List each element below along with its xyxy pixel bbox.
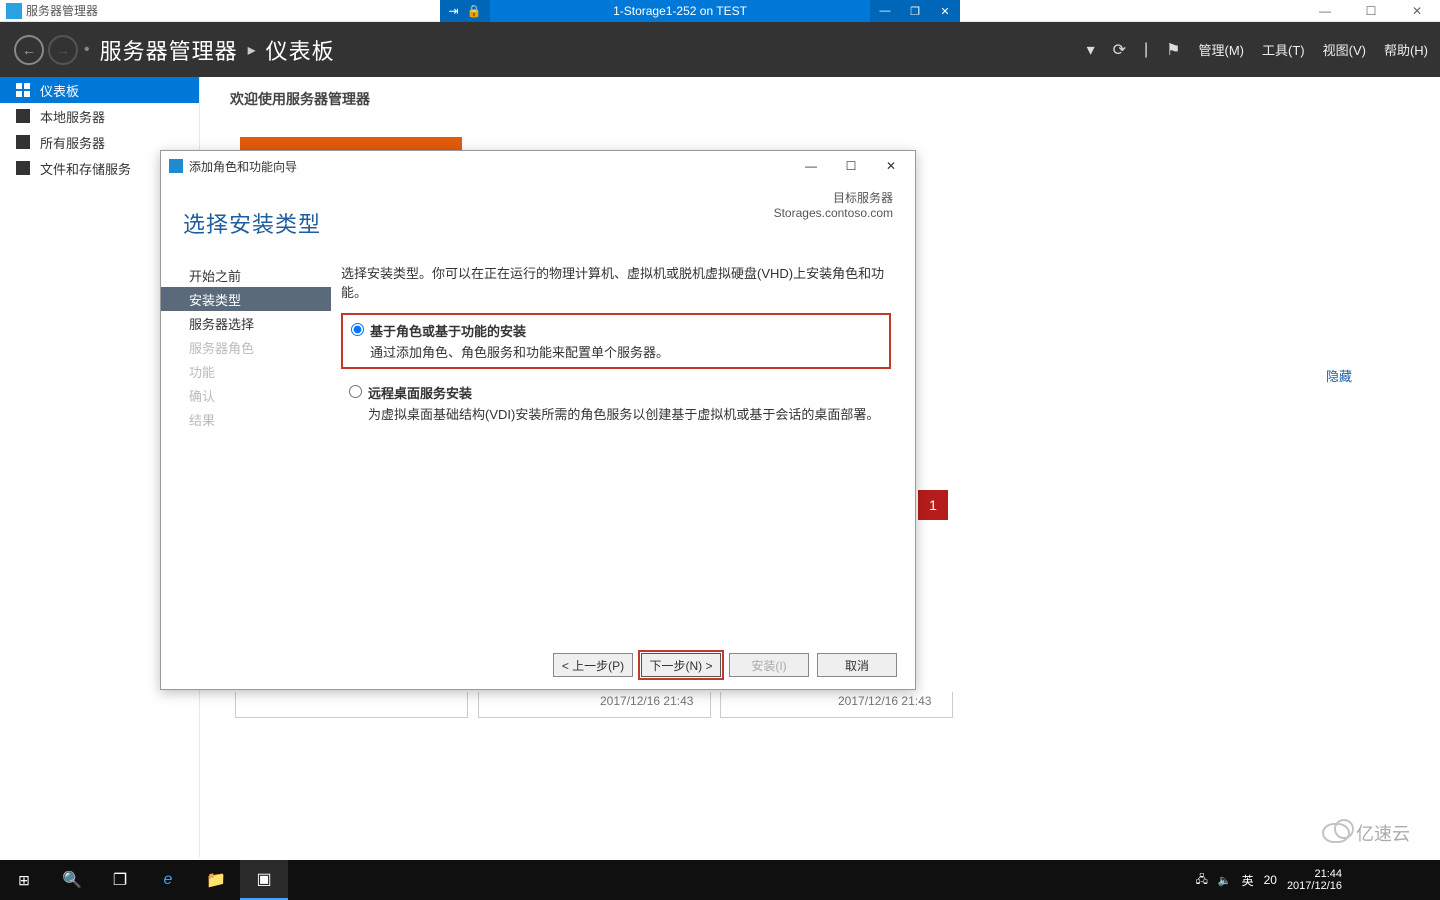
local-server-icon xyxy=(16,109,30,123)
tray-ime2[interactable]: 20 xyxy=(1264,873,1277,887)
refresh-icon[interactable]: ⟳ xyxy=(1113,40,1126,60)
notifications-flag-icon[interactable]: ⚑ xyxy=(1166,40,1180,60)
welcome-heading: 欢迎使用服务器管理器 xyxy=(210,77,1440,121)
server-manager-icon xyxy=(6,3,22,19)
server-manager-header: ← → • 服务器管理器 ▸ 仪表板 ▾ ⟳ | ⚑ 管理(M) 工具(T) 视… xyxy=(0,22,1440,77)
rdp-close-button[interactable]: ✕ xyxy=(930,0,960,22)
host-app-title: 服务器管理器 xyxy=(26,2,98,19)
rdp-lock-icon[interactable]: 🔒 xyxy=(467,4,482,18)
rdp-pin-icon[interactable]: ⇥ xyxy=(448,4,458,18)
sidebar-item-dashboard[interactable]: 仪表板 xyxy=(0,77,199,103)
option-role-based-radio[interactable] xyxy=(351,323,364,336)
breadcrumb-bullet: • xyxy=(84,41,90,59)
wizard-close-button[interactable]: ✕ xyxy=(871,153,911,179)
menu-view[interactable]: 视图(V) xyxy=(1323,40,1366,59)
host-minimize-button[interactable]: — xyxy=(1302,0,1348,22)
rdp-connection-bar: ⇥ 🔒 1-Storage1-252 on TEST — ❐ ✕ xyxy=(440,0,960,22)
add-roles-wizard-dialog: 添加角色和功能向导 — ☐ ✕ 选择安装类型 目标服务器 Storages.co… xyxy=(160,150,916,690)
prev-button[interactable]: < 上一步(P) xyxy=(553,653,633,677)
rdp-session-title: 1-Storage1-252 on TEST xyxy=(490,4,870,18)
menu-manage[interactable]: 管理(M) xyxy=(1199,40,1245,59)
tray-network-icon[interactable]: 🖧 xyxy=(1196,871,1208,890)
search-button[interactable]: 🔍 xyxy=(48,860,96,900)
tile-timestamp: 2017/12/16 21:43 xyxy=(600,694,693,708)
tray-clock[interactable]: 21:44 2017/12/16 xyxy=(1287,868,1348,892)
menu-help[interactable]: 帮助(H) xyxy=(1384,40,1428,59)
file-explorer-icon[interactable]: 📁 xyxy=(192,860,240,900)
wizard-heading: 选择安装类型 xyxy=(183,189,321,239)
taskbar: ⊞ 🔍 ❐ e 📁 ▣ 🖧 🔈 英 20 21:44 2017/12/16 xyxy=(0,860,1440,900)
tile-edge xyxy=(235,692,468,718)
wizard-nav-before-begin[interactable]: 开始之前 xyxy=(161,263,331,287)
sidebar-item-label: 仪表板 xyxy=(40,81,79,100)
server-manager-taskbar-icon[interactable]: ▣ xyxy=(240,860,288,900)
option-role-based-desc: 通过添加角色、角色服务和功能来配置单个服务器。 xyxy=(370,342,881,361)
target-label: 目标服务器 xyxy=(774,189,893,206)
wizard-nav-results: 结果 xyxy=(161,407,331,431)
all-servers-icon xyxy=(16,135,30,149)
wizard-nav-install-type[interactable]: 安装类型 xyxy=(161,287,331,311)
sidebar-item-label: 所有服务器 xyxy=(40,133,105,152)
option-role-based[interactable]: 基于角色或基于功能的安装 通过添加角色、角色服务和功能来配置单个服务器。 xyxy=(341,313,891,369)
breadcrumb-page[interactable]: 仪表板 xyxy=(266,34,335,66)
sidebar-item-local-server[interactable]: 本地服务器 xyxy=(0,103,199,129)
wizard-window-title: 添加角色和功能向导 xyxy=(189,158,297,175)
option-rds-radio[interactable] xyxy=(349,385,362,398)
rdp-minimize-button[interactable]: — xyxy=(870,0,900,22)
wizard-minimize-button[interactable]: — xyxy=(791,153,831,179)
taskview-button[interactable]: ❐ xyxy=(96,860,144,900)
hide-link[interactable]: 隐藏 xyxy=(1326,366,1352,385)
watermark-icon xyxy=(1322,823,1350,843)
sidebar-item-label: 文件和存储服务 xyxy=(40,159,131,178)
nav-back-button[interactable]: ← xyxy=(14,35,44,65)
ie-icon[interactable]: e xyxy=(144,860,192,900)
next-button[interactable]: 下一步(N) > xyxy=(641,653,721,677)
watermark: 亿速云 xyxy=(1322,816,1410,850)
tray-date: 2017/12/16 xyxy=(1287,880,1342,892)
sidebar-item-label: 本地服务器 xyxy=(40,107,105,126)
host-close-button[interactable]: ✕ xyxy=(1394,0,1440,22)
target-server: Storages.contoso.com xyxy=(774,206,893,220)
tray-ime[interactable]: 英 xyxy=(1242,872,1254,889)
header-dropdown-icon[interactable]: ▾ xyxy=(1087,40,1095,60)
header-sep: | xyxy=(1144,41,1148,59)
watermark-text: 亿速云 xyxy=(1356,820,1410,846)
host-maximize-button[interactable]: ☐ xyxy=(1348,0,1394,22)
cancel-button[interactable]: 取消 xyxy=(817,653,897,677)
wizard-nav: 开始之前 安装类型 服务器选择 服务器角色 功能 确认 结果 xyxy=(161,257,331,637)
wizard-nav-server-roles: 服务器角色 xyxy=(161,335,331,359)
breadcrumb-caret-icon: ▸ xyxy=(248,40,256,60)
file-storage-icon xyxy=(16,161,30,175)
dashboard-icon xyxy=(16,83,30,97)
option-role-based-title: 基于角色或基于功能的安装 xyxy=(370,321,526,340)
breadcrumb-app[interactable]: 服务器管理器 xyxy=(100,34,238,66)
quickstart-accent xyxy=(240,137,462,151)
start-button[interactable]: ⊞ xyxy=(0,860,48,900)
nav-forward-button[interactable]: → xyxy=(48,35,78,65)
tray-time: 21:44 xyxy=(1287,868,1342,880)
install-button: 安装(I) xyxy=(729,653,809,677)
wizard-icon xyxy=(169,159,183,173)
rdp-restore-button[interactable]: ❐ xyxy=(900,0,930,22)
wizard-maximize-button[interactable]: ☐ xyxy=(831,153,871,179)
tray-volume-icon[interactable]: 🔈 xyxy=(1218,874,1232,887)
option-rds[interactable]: 远程桌面服务安装 为虚拟桌面基础结构(VDI)安装所需的角色服务以创建基于虚拟机… xyxy=(341,377,891,429)
option-rds-desc: 为虚拟桌面基础结构(VDI)安装所需的角色服务以创建基于虚拟机或基于会话的桌面部… xyxy=(368,404,883,423)
wizard-nav-confirm: 确认 xyxy=(161,383,331,407)
alert-badge[interactable]: 1 xyxy=(918,490,948,520)
tile-timestamp: 2017/12/16 21:43 xyxy=(838,694,931,708)
menu-tools[interactable]: 工具(T) xyxy=(1262,40,1305,59)
option-rds-title: 远程桌面服务安装 xyxy=(368,383,472,402)
wizard-nav-server-selection[interactable]: 服务器选择 xyxy=(161,311,331,335)
wizard-nav-features: 功能 xyxy=(161,359,331,383)
wizard-intro-text: 选择安装类型。你可以在正在运行的物理计算机、虚拟机或脱机虚拟硬盘(VHD)上安装… xyxy=(341,263,891,301)
